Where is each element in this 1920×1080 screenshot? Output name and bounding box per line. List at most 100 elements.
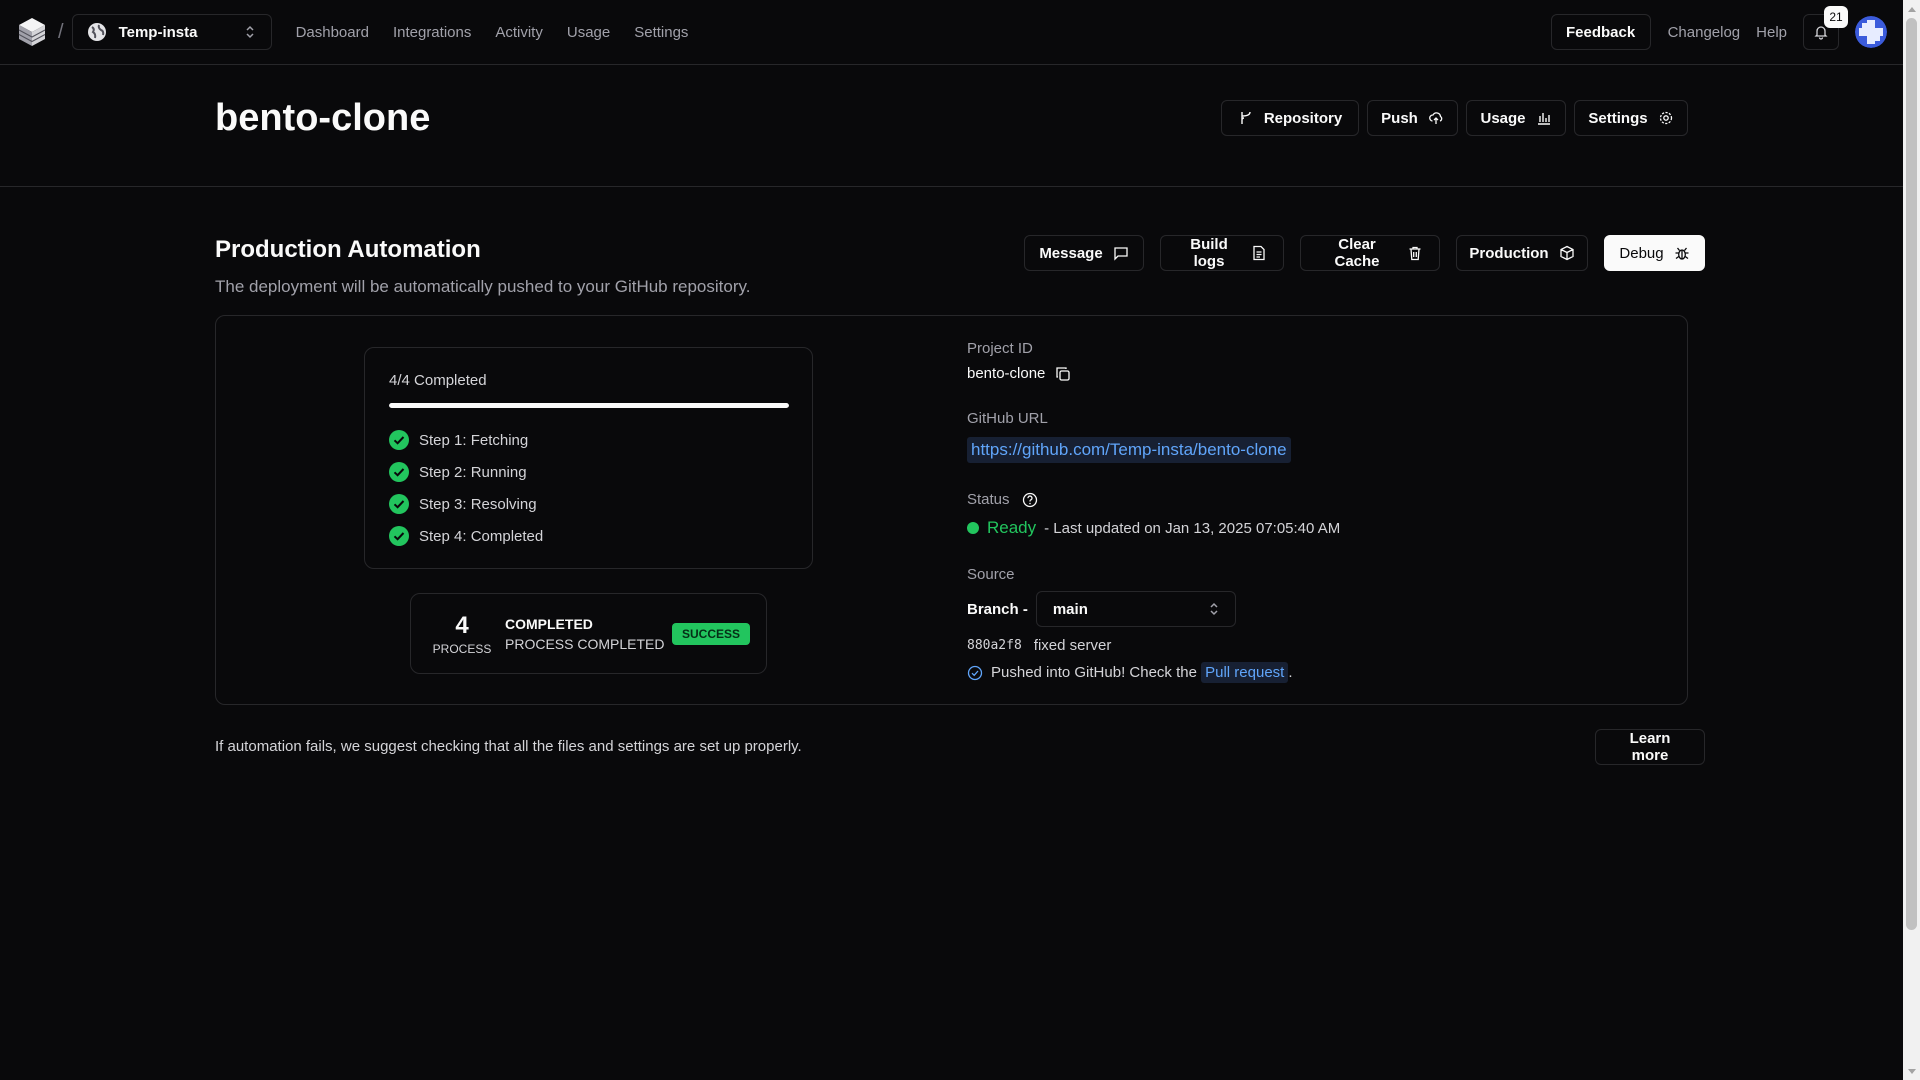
- production-label: Production: [1469, 244, 1549, 262]
- chevron-up-down-icon: [243, 25, 257, 39]
- process-summary-card: 4 PROCESS COMPLETED PROCESS COMPLETED SU…: [410, 593, 767, 674]
- status-dot: [967, 522, 979, 534]
- status-label-row: Status: [967, 491, 1617, 508]
- check-circle-icon: [389, 526, 409, 546]
- clear-cache-button[interactable]: Clear Cache: [1300, 235, 1440, 271]
- push-note-text: Pushed into GitHub! Check the: [991, 664, 1197, 681]
- branch-select[interactable]: main: [1035, 591, 1236, 627]
- process-summary-title: COMPLETED: [505, 615, 593, 632]
- process-summary-text: COMPLETED PROCESS COMPLETED: [505, 616, 672, 652]
- nav-integrations[interactable]: Integrations: [393, 24, 471, 41]
- check-circle-icon: [389, 494, 409, 514]
- debug-button[interactable]: Debug: [1604, 235, 1705, 271]
- step-label: Step 2: Running: [419, 463, 527, 481]
- section-description: The deployment will be automatically pus…: [215, 277, 751, 296]
- settings-label: Settings: [1588, 109, 1648, 127]
- user-avatar[interactable]: [1855, 16, 1887, 48]
- commit-row: 880a2f8 fixed server: [967, 637, 1617, 654]
- status-label: Status: [967, 491, 1010, 508]
- repository-label: Repository: [1263, 109, 1343, 127]
- commit-hash: 880a2f8: [967, 638, 1022, 653]
- process-count-block: 4 PROCESS: [427, 612, 497, 656]
- status-value: Ready: [987, 518, 1037, 537]
- learn-more-button[interactable]: Learn more: [1595, 729, 1705, 765]
- status-badge: SUCCESS: [671, 622, 750, 645]
- step-list: Step 1: Fetching Step 2: Running Step 3:…: [389, 424, 788, 552]
- production-button[interactable]: Production: [1456, 235, 1588, 271]
- push-button[interactable]: Push: [1367, 100, 1458, 136]
- build-logs-button[interactable]: Build logs: [1160, 235, 1284, 271]
- project-header: bento-clone Repository Push Usage Settin…: [0, 65, 1903, 187]
- git-branch-icon: [1238, 110, 1254, 126]
- push-note-end: .: [1288, 664, 1293, 681]
- automation-actions: Message Build logs Clear Cache Productio…: [1024, 235, 1705, 271]
- message-button[interactable]: Message: [1024, 235, 1144, 271]
- cloud-upload-icon: [1428, 110, 1444, 126]
- breadcrumb-separator: /: [58, 20, 64, 43]
- progress-bar: [389, 403, 789, 408]
- push-label: Push: [1381, 109, 1418, 127]
- step-item: Step 3: Resolving: [389, 488, 788, 520]
- main-nav: Dashboard Integrations Activity Usage Se…: [296, 24, 689, 41]
- status-last-updated: - Last updated on Jan 13, 2025 07:05:40 …: [1044, 519, 1341, 537]
- box-icon: [1559, 245, 1575, 261]
- page-title: bento-clone: [215, 97, 431, 139]
- process-count: 4: [455, 611, 469, 639]
- deployment-details: Project ID bento-clone GitHub URL https:…: [967, 340, 1617, 683]
- nav-dashboard[interactable]: Dashboard: [296, 24, 369, 41]
- check-circle-icon: [389, 462, 409, 482]
- process-summary-subtitle: PROCESS COMPLETED: [505, 635, 665, 652]
- branch-value: main: [1052, 600, 1088, 618]
- chevron-up-down-icon: [1207, 602, 1221, 616]
- changelog-link[interactable]: Changelog: [1668, 24, 1741, 41]
- top-right-actions: Feedback Changelog Help 21: [1550, 6, 1887, 50]
- usage-label: Usage: [1480, 109, 1526, 127]
- automation-card: 4/4 Completed Step 1: Fetching Step 2: R…: [215, 315, 1688, 705]
- help-link[interactable]: Help: [1756, 24, 1787, 41]
- team-name: Temp-insta: [118, 23, 198, 41]
- notification-count-badge: 21: [1824, 6, 1848, 28]
- step-item: Step 2: Running: [389, 456, 788, 488]
- feedback-button[interactable]: Feedback: [1550, 14, 1651, 50]
- status-row: Ready - Last updated on Jan 13, 2025 07:…: [967, 518, 1617, 538]
- progress-bar-fill: [389, 403, 789, 408]
- footer-note: If automation fails, we suggest checking…: [215, 738, 802, 755]
- project-id-row: bento-clone: [967, 365, 1617, 382]
- copy-icon[interactable]: [1055, 366, 1071, 382]
- github-url-link[interactable]: https://github.com/Temp-insta/bento-clon…: [967, 437, 1291, 463]
- team-selector[interactable]: Temp-insta: [71, 14, 272, 50]
- top-bar: / Temp-insta Dashboard Integrations Acti…: [0, 0, 1903, 65]
- step-label: Step 1: Fetching: [419, 431, 529, 449]
- message-label: Message: [1039, 244, 1103, 262]
- scroll-up-arrow-icon[interactable]: [1903, 0, 1920, 17]
- scroll-down-arrow-icon[interactable]: [1903, 1063, 1920, 1080]
- commit-message: fixed server: [1033, 637, 1112, 654]
- bug-icon: [1674, 245, 1690, 261]
- github-url-label: GitHub URL: [967, 410, 1048, 427]
- project-id-value: bento-clone: [967, 365, 1046, 382]
- build-logs-label: Build logs: [1190, 236, 1228, 270]
- settings-button[interactable]: Settings: [1574, 100, 1688, 136]
- notifications-button[interactable]: 21: [1803, 6, 1848, 50]
- push-note: Pushed into GitHub! Check the Pull reque…: [991, 662, 1293, 683]
- vertical-scrollbar[interactable]: [1903, 0, 1920, 1080]
- project-actions: Repository Push Usage Settings: [1221, 100, 1688, 136]
- debug-label: Debug: [1619, 244, 1664, 262]
- repository-button[interactable]: Repository: [1221, 100, 1359, 136]
- check-circle-icon: [389, 430, 409, 450]
- process-count-label: PROCESS: [432, 641, 492, 656]
- progress-count: 4/4 Completed: [389, 372, 487, 389]
- pull-request-link[interactable]: Pull request: [1201, 662, 1289, 683]
- help-circle-icon[interactable]: [1022, 492, 1038, 508]
- check-circle-outline-icon: [967, 665, 983, 681]
- nav-activity[interactable]: Activity: [495, 24, 543, 41]
- trash-icon: [1407, 245, 1423, 261]
- globe-icon: [87, 22, 107, 42]
- nav-settings[interactable]: Settings: [634, 24, 688, 41]
- scrollbar-thumb[interactable]: [1906, 18, 1917, 930]
- source-label: Source: [967, 566, 1015, 583]
- nav-usage[interactable]: Usage: [567, 24, 610, 41]
- step-item: Step 1: Fetching: [389, 424, 788, 456]
- app-logo-icon[interactable]: [16, 16, 48, 48]
- usage-button[interactable]: Usage: [1466, 100, 1566, 136]
